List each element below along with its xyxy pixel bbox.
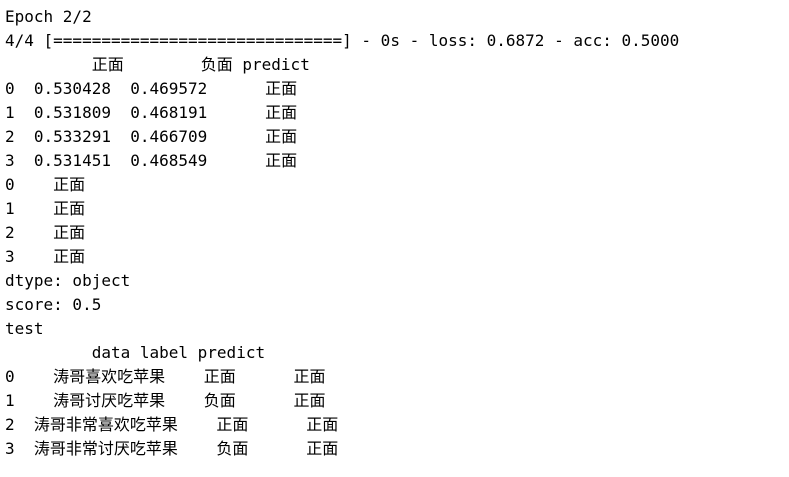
test-table-row: 3 涛哥非常讨厌吃苹果 负面 正面 — [5, 439, 339, 458]
prob-table-row: 2 0.533291 0.466709 正面 — [5, 127, 298, 146]
test-table-row: 2 涛哥非常喜欢吃苹果 正面 正面 — [5, 415, 339, 434]
progress-line: 4/4 [==============================] - 0… — [5, 31, 680, 50]
score-line: score: 0.5 — [5, 295, 102, 314]
dtype-line: dtype: object — [5, 271, 131, 290]
prob-table-header: 正面 负面 predict — [5, 55, 310, 74]
prob-table-row: 3 0.531451 0.468549 正面 — [5, 151, 298, 170]
prob-table-row: 1 0.531809 0.468191 正面 — [5, 103, 298, 122]
series-row: 1 正面 — [5, 199, 86, 218]
console-output: Epoch 2/2 4/4 [==========================… — [5, 5, 679, 461]
series-row: 2 正面 — [5, 223, 86, 242]
test-table-row: 0 涛哥喜欢吃苹果 正面 正面 — [5, 367, 326, 386]
series-row: 3 正面 — [5, 247, 86, 266]
series-row: 0 正面 — [5, 175, 86, 194]
test-table-row: 1 涛哥讨厌吃苹果 负面 正面 — [5, 391, 326, 410]
test-line: test — [5, 319, 44, 338]
epoch-line: Epoch 2/2 — [5, 7, 92, 26]
prob-table-row: 0 0.530428 0.469572 正面 — [5, 79, 298, 98]
test-table-header: data label predict — [5, 343, 266, 362]
